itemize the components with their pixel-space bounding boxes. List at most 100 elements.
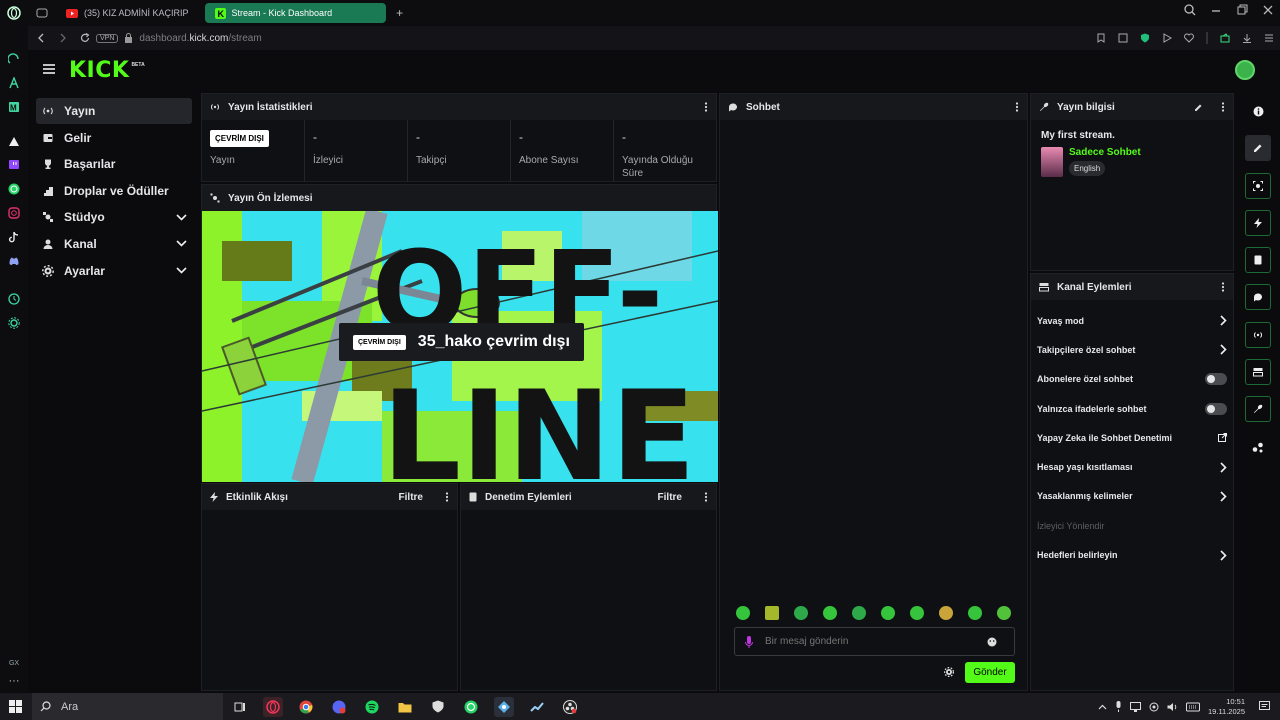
emotes-only-toggle[interactable] xyxy=(1205,402,1227,415)
emote-icon[interactable] xyxy=(939,606,953,620)
webcam-icon[interactable] xyxy=(1149,702,1159,712)
shield-icon[interactable] xyxy=(1140,33,1150,43)
hamburger-menu-icon[interactable] xyxy=(43,64,55,74)
kick-logo[interactable]: KICK BETA xyxy=(69,60,145,82)
kebab-menu-icon[interactable] xyxy=(704,102,708,112)
microphone-tray-icon[interactable] xyxy=(1115,701,1122,712)
network-icon[interactable] xyxy=(1130,701,1142,712)
emote-icon[interactable] xyxy=(968,606,982,620)
gx-mods-icon[interactable]: M xyxy=(7,100,21,114)
kebab-menu-icon[interactable] xyxy=(1221,102,1225,112)
toolbar-channel-actions-button[interactable] xyxy=(1245,359,1271,386)
kebab-menu-icon[interactable] xyxy=(445,492,449,502)
tiktok-icon[interactable] xyxy=(7,230,21,244)
action-ai-moderation[interactable]: Yapay Zeka ile Sohbet Denetimi xyxy=(1031,423,1233,452)
emoji-icon[interactable] xyxy=(987,637,997,647)
toolbar-preview-button[interactable] xyxy=(1245,172,1271,199)
kick-sidebar-icon[interactable] xyxy=(7,134,21,148)
chevron-up-icon[interactable] xyxy=(1098,704,1107,710)
nav-item-droplar[interactable]: Droplar ve Ödüller xyxy=(36,178,192,204)
send-button[interactable]: Gönder xyxy=(965,662,1015,683)
whatsapp-taskbar-icon[interactable] xyxy=(461,697,481,717)
discord-taskbar-icon[interactable] xyxy=(329,697,349,717)
settings-icon[interactable] xyxy=(7,316,21,330)
heart-icon[interactable] xyxy=(1184,33,1194,43)
spotify-icon[interactable] xyxy=(362,697,382,717)
flow-icon[interactable] xyxy=(7,52,21,66)
whatsapp-icon[interactable] xyxy=(7,182,21,196)
aria-icon[interactable] xyxy=(7,76,21,90)
emote-icon[interactable] xyxy=(736,606,750,620)
filter-button[interactable]: Filtre xyxy=(658,492,682,503)
more-icon[interactable]: ··· xyxy=(9,675,20,687)
new-tab-button[interactable]: + xyxy=(386,3,413,23)
toolbar-more-button[interactable] xyxy=(1245,434,1271,460)
search-icon[interactable] xyxy=(1184,4,1196,16)
toolbar-events-button[interactable] xyxy=(1245,209,1271,236)
download-icon[interactable] xyxy=(1242,33,1252,43)
edit-layout-button[interactable] xyxy=(1245,135,1271,162)
nav-item-ayarlar[interactable]: Ayarlar xyxy=(36,258,192,284)
nav-item-studyo[interactable]: Stüdyo xyxy=(36,204,192,230)
volume-icon[interactable] xyxy=(1167,702,1178,712)
avatar[interactable] xyxy=(1235,60,1255,80)
emote-icon[interactable] xyxy=(794,606,808,620)
menu-icon[interactable] xyxy=(1264,33,1274,43)
chat-settings-icon[interactable] xyxy=(944,667,954,677)
keyboard-icon[interactable] xyxy=(1186,702,1201,712)
twitch-icon[interactable] xyxy=(7,158,21,172)
category-thumbnail[interactable] xyxy=(1041,147,1063,177)
reload-icon[interactable] xyxy=(80,33,90,43)
emote-icon[interactable] xyxy=(765,606,779,620)
forward-icon[interactable] xyxy=(58,33,68,43)
chat-message-field[interactable] xyxy=(734,627,1015,656)
opera-logo-icon[interactable] xyxy=(0,0,28,26)
file-explorer-icon[interactable] xyxy=(395,697,415,717)
start-button[interactable] xyxy=(9,700,22,713)
chat-input[interactable] xyxy=(765,636,975,647)
opera-gx-icon[interactable] xyxy=(263,696,283,717)
action-set-goals[interactable]: Hedefleri belirleyin xyxy=(1031,540,1233,569)
obs-icon[interactable] xyxy=(560,697,580,717)
vpn-badge[interactable]: VPN xyxy=(96,33,119,43)
restore-icon[interactable] xyxy=(1236,4,1248,16)
category-link[interactable]: Sadece Sohbet xyxy=(1069,147,1141,158)
toolbar-chat-button[interactable] xyxy=(1245,284,1271,311)
edit-icon[interactable] xyxy=(1194,103,1203,112)
nav-item-basarilar[interactable]: Başarılar xyxy=(36,151,192,177)
subscribers-only-toggle[interactable] xyxy=(1205,373,1227,386)
kebab-menu-icon[interactable] xyxy=(1015,102,1019,112)
action-slow-mode[interactable]: Yavaş mod xyxy=(1031,306,1233,335)
nav-item-yayin[interactable]: Yayın xyxy=(36,98,192,124)
kebab-menu-icon[interactable] xyxy=(704,492,708,502)
toolbar-stats-button[interactable] xyxy=(1245,321,1271,348)
emote-icon[interactable] xyxy=(823,606,837,620)
nav-item-kanal[interactable]: Kanal xyxy=(36,231,192,257)
action-account-age[interactable]: Hesap yaşı kısıtlaması xyxy=(1031,452,1233,481)
security-icon[interactable] xyxy=(428,697,448,717)
action-banned-words[interactable]: Yasaklanmış kelimeler xyxy=(1031,482,1233,511)
snapshot-icon[interactable] xyxy=(1118,33,1128,43)
clock[interactable]: 10:51 19.11.2025 xyxy=(1208,697,1245,717)
notifications-icon[interactable] xyxy=(1259,701,1270,712)
filter-button[interactable]: Filtre xyxy=(399,492,423,503)
url-field[interactable]: dashboard.kick.com/stream xyxy=(139,33,261,44)
history-icon[interactable] xyxy=(7,292,21,306)
tab-kick-dashboard[interactable]: K Stream - Kick Dashboard xyxy=(204,3,387,23)
tab-workspaces[interactable] xyxy=(28,3,56,23)
instagram-icon[interactable] xyxy=(7,206,21,220)
emote-icon[interactable] xyxy=(997,606,1011,620)
kebab-menu-icon[interactable] xyxy=(1221,282,1225,292)
emote-icon[interactable] xyxy=(852,606,866,620)
game-launcher-icon[interactable] xyxy=(494,696,514,717)
emote-icon[interactable] xyxy=(910,606,924,620)
toolbar-stream-info-button[interactable] xyxy=(1245,396,1271,423)
bookmark-icon[interactable] xyxy=(1096,33,1106,43)
microphone-icon[interactable] xyxy=(745,635,753,648)
discord-icon[interactable] xyxy=(7,254,21,268)
wallet-icon[interactable] xyxy=(1220,33,1230,43)
player-icon[interactable] xyxy=(1162,33,1172,43)
chrome-icon[interactable] xyxy=(296,697,316,717)
toolbar-moderation-button[interactable] xyxy=(1245,247,1271,274)
tab-youtube[interactable]: (35) KIZ ADMİNİ KAÇIRIP xyxy=(56,3,199,23)
